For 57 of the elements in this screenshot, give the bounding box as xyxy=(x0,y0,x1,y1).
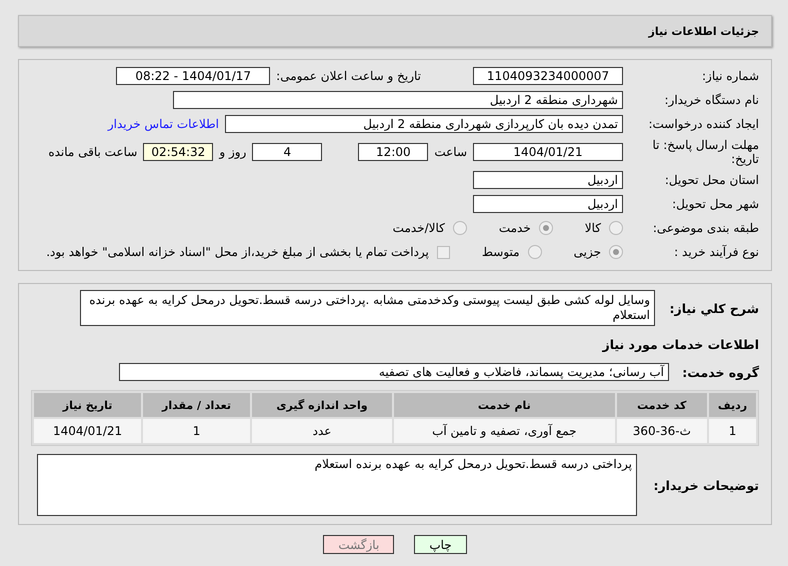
field-label: روز و xyxy=(219,145,246,159)
creator-field: تمدن دیده بان کارپردازی شهرداری منطقه 2 اردبیل xyxy=(225,115,623,133)
table-cell: جمع آوری، تصفیه و تامین آب xyxy=(394,419,615,443)
table-cell: 1404/01/21 xyxy=(34,419,142,443)
back-button[interactable]: بازگشت xyxy=(323,535,394,554)
service-group-field: آب رسانی؛ مدیریت پسماند، فاضلاب و فعالیت های تصفیه xyxy=(119,363,669,381)
field-label: ساعت باقی مانده xyxy=(48,145,138,159)
table-cell: 1 xyxy=(709,419,756,443)
field-label: طبقه بندی موضوعی: xyxy=(652,221,759,235)
need-number-field: 1104093234000007 xyxy=(473,67,623,85)
field-label: نام دستگاه خریدار: xyxy=(664,93,759,107)
field-label: مهلت ارسال پاسخ: تا تاریخ: xyxy=(651,138,759,166)
field-label: نوع فرآیند خرید : xyxy=(673,245,759,259)
description-field: وسایل لوله کشی طبق لیست پیوستی وکدخدمتی مشابه .پرداختی درسه قسط.تحویل درمحل کرایه به عهده برنده استعلام xyxy=(80,290,655,326)
radio-button[interactable] xyxy=(538,221,553,235)
checkbox[interactable] xyxy=(436,246,450,258)
buyer-field: شهرداری منطقه 2 اردبیل xyxy=(173,91,623,109)
radio-button[interactable] xyxy=(452,221,467,235)
column-header: تعداد / مقدار xyxy=(143,393,250,417)
radio-label: جزیی xyxy=(574,245,601,259)
radio-label: خدمت xyxy=(498,221,531,235)
column-header: واحد اندازه گیری xyxy=(252,393,392,417)
province-field: اردبیل xyxy=(473,171,623,189)
field-label: گروه خدمت: xyxy=(681,364,759,380)
checkbox-label: پرداخت تمام یا بخشی از مبلغ خرید،از محل "اسناد خزانه اسلامی" خواهد بود. xyxy=(46,245,429,259)
column-header: ردیف xyxy=(709,393,756,417)
radio-label: کالا xyxy=(584,221,601,235)
days-field: 4 xyxy=(252,143,322,161)
deadline-date-field: 1404/01/21 xyxy=(473,143,623,161)
radio-label: متوسط xyxy=(482,245,520,259)
remaining-time-field: 02:54:32 xyxy=(143,143,214,161)
field-label: شرح کلي نياز: xyxy=(668,300,759,316)
column-header: تاریخ نیاز xyxy=(34,393,142,417)
city-field: اردبیل xyxy=(473,195,623,213)
field-label: شماره نیاز: xyxy=(701,69,759,83)
section-title: اطلاعات خدمات مورد نیاز xyxy=(601,336,759,352)
field-label: تاریخ و ساعت اعلان عمومی: xyxy=(276,69,421,83)
table-cell: عدد xyxy=(252,419,392,443)
deadline-time-field: 12:00 xyxy=(358,143,428,161)
field-label: استان محل تحویل: xyxy=(664,173,759,187)
table-cell: ث-36-360 xyxy=(616,419,708,443)
field-label: ساعت xyxy=(434,145,467,159)
buyer-notes-field: پرداختی درسه قسط.تحویل درمحل کرایه به عهده برنده استعلام xyxy=(37,454,637,516)
radio-button[interactable] xyxy=(609,245,623,259)
announce-date-field: 1404/01/17 - 08:22 xyxy=(116,67,270,85)
field-label: شهر محل تحویل: xyxy=(671,197,759,211)
radio-button[interactable] xyxy=(609,221,623,235)
radio-button[interactable] xyxy=(528,245,542,259)
contact-link[interactable]: اطلاعات تماس خریدار xyxy=(108,117,219,131)
field-label: توضیحات خریدار: xyxy=(652,478,759,492)
page-title: جزئیات اطلاعات نیاز xyxy=(648,24,759,38)
field-label: ایجاد کننده درخواست: xyxy=(647,117,759,131)
table-cell: 1 xyxy=(143,419,250,443)
column-header: نام خدمت xyxy=(394,393,615,417)
print-button[interactable]: چاپ xyxy=(414,535,467,554)
column-header: کد خدمت xyxy=(616,393,708,417)
radio-label: کالا/خدمت xyxy=(392,221,445,235)
